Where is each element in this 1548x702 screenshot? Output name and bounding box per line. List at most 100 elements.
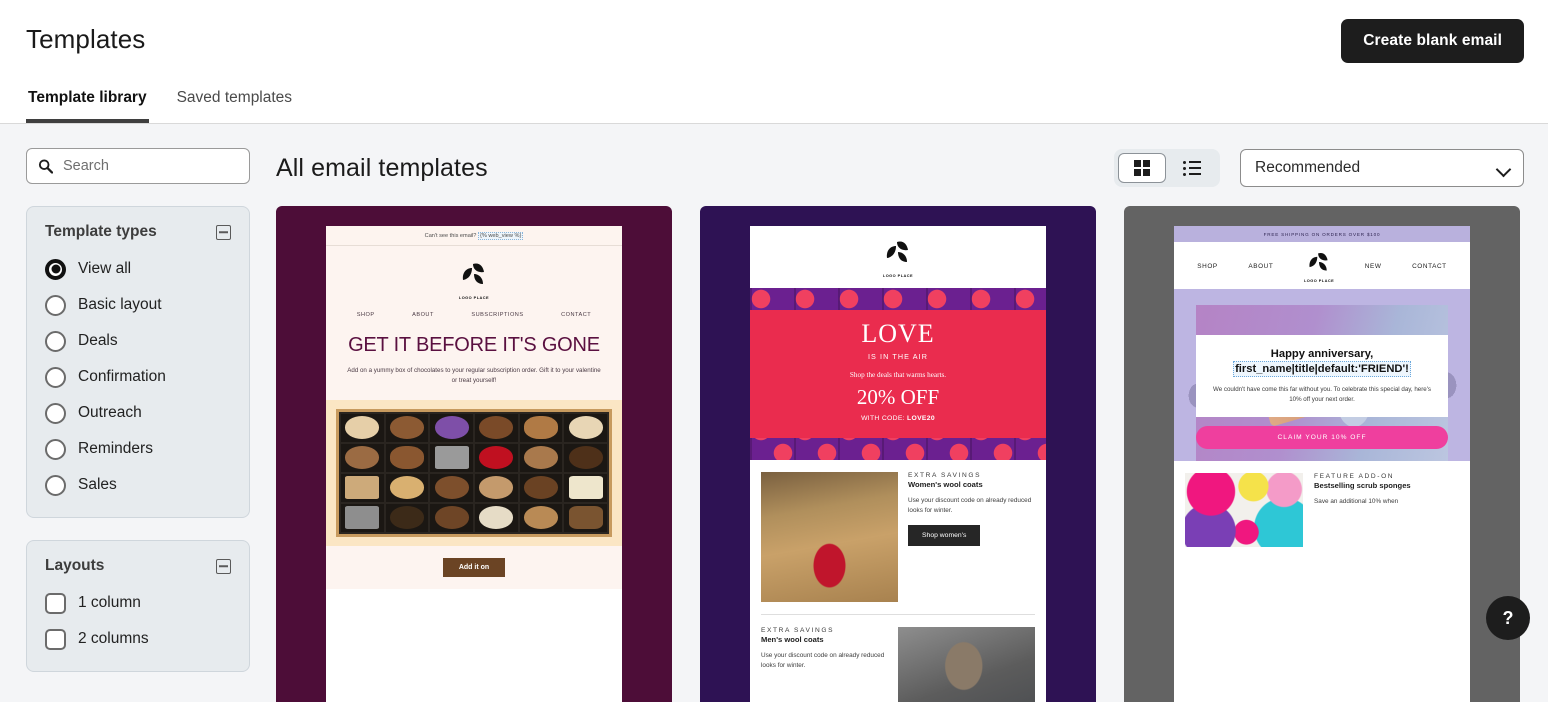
- main-toolbar: All email templates Recommended: [276, 148, 1524, 188]
- promo-banner: LOVE IS IN THE AIR Shop the deals that w…: [750, 310, 1046, 438]
- logo-caption: LOGO PLACE: [1303, 278, 1335, 283]
- radio-icon[interactable]: [45, 366, 66, 388]
- filter-title: Layouts: [45, 557, 105, 574]
- message-card: Happy anniversary, first_name|title|defa…: [1196, 334, 1448, 417]
- leaf-logo-icon: [1306, 250, 1332, 276]
- logo-caption: LOGO PLACE: [458, 295, 490, 300]
- template-preview: Can't see this email? {% web_view %} LOG…: [326, 226, 622, 702]
- sort-dropdown[interactable]: Recommended: [1240, 149, 1524, 187]
- filter-header: Template types: [45, 223, 231, 241]
- logo-caption: LOGO PLACE: [882, 273, 914, 278]
- filter-option-reminders[interactable]: Reminders: [45, 431, 231, 467]
- product-text: EXTRA SAVINGS Men's wool coats Use your …: [761, 627, 888, 702]
- filter-option-label: Confirmation: [78, 368, 166, 385]
- tab-template-library[interactable]: Template library: [26, 83, 149, 123]
- radio-icon[interactable]: [45, 294, 66, 316]
- product-block-women: EXTRA SAVINGS Women's wool coats Use you…: [750, 460, 1046, 612]
- filter-option-basic-layout[interactable]: Basic layout: [45, 287, 231, 323]
- template-preview: FREE SHIPPING ON ORDERS OVER $100 SHOP A…: [1174, 226, 1470, 702]
- email-cta-button: CLAIM YOUR 10% OFF: [1196, 426, 1448, 449]
- preheader-text: Can't see this email?: [424, 233, 477, 239]
- leaf-logo-icon: [459, 260, 489, 293]
- feature-kicker: FEATURE ADD-ON: [1314, 473, 1395, 480]
- filter-option-deals[interactable]: Deals: [45, 323, 231, 359]
- sort-value: Recommended: [1255, 159, 1361, 176]
- filter-option-1-column[interactable]: 1 column: [45, 585, 231, 621]
- radio-icon[interactable]: [45, 330, 66, 352]
- filter-option-label: 2 columns: [78, 630, 149, 647]
- nav-item: ABOUT: [1248, 263, 1274, 270]
- radio-icon[interactable]: [45, 474, 66, 496]
- chocolate-box: [336, 408, 612, 537]
- checkbox-icon[interactable]: [45, 592, 66, 614]
- email-nav: SHOP ABOUT SUBSCRIPTIONS CONTACT: [338, 312, 610, 318]
- product-image: [898, 627, 1035, 702]
- chevron-down-icon: [1497, 164, 1511, 173]
- search-box[interactable]: [26, 148, 250, 184]
- filter-option-label: Reminders: [78, 440, 153, 457]
- product-name: Women's wool coats: [908, 480, 983, 489]
- email-nav: SHOP ABOUT LOGO PLACE NEW CONTACT: [1174, 242, 1470, 289]
- radio-icon[interactable]: [45, 402, 66, 424]
- leaf-logo-icon: [883, 238, 913, 271]
- email-cta-button: Add it on: [442, 557, 506, 577]
- logo-block: LOGO PLACE: [750, 226, 1046, 288]
- sponges-image: [1185, 473, 1303, 547]
- divider: [761, 614, 1035, 615]
- help-button[interactable]: ?: [1486, 596, 1530, 640]
- grid-view-button[interactable]: [1118, 153, 1166, 183]
- filter-option-confirmation[interactable]: Confirmation: [45, 359, 231, 395]
- email-footer: Add it on: [326, 545, 622, 589]
- chocolate-image: [326, 399, 622, 546]
- banner-offer: 20% OFF: [856, 385, 940, 409]
- headline-line: Happy anniversary,: [1270, 347, 1374, 360]
- nav-item: CONTACT: [561, 312, 592, 318]
- list-view-button[interactable]: [1168, 153, 1216, 183]
- product-kicker: EXTRA SAVINGS: [761, 627, 835, 634]
- email-body: We couldn't have come this far without y…: [1212, 386, 1431, 404]
- search-input[interactable]: [63, 158, 249, 174]
- filter-group-template-types: Template types View all Basic layout Dea…: [26, 206, 250, 518]
- tab-saved-templates[interactable]: Saved templates: [175, 83, 294, 123]
- template-preview: LOGO PLACE LOVE IS IN THE AIR Shop the d…: [750, 226, 1046, 702]
- preheader: Can't see this email? {% web_view %}: [326, 226, 622, 246]
- radio-icon[interactable]: [45, 438, 66, 460]
- template-card-love[interactable]: LOGO PLACE LOVE IS IN THE AIR Shop the d…: [700, 206, 1096, 702]
- filter-option-sales[interactable]: Sales: [45, 467, 231, 503]
- templates-main: All email templates Recommended Can't se…: [276, 124, 1548, 702]
- filter-option-label: Sales: [78, 476, 117, 493]
- banner-title: LOVE: [861, 319, 935, 348]
- collapse-icon[interactable]: [216, 224, 231, 240]
- email-subcopy: Add on a yummy box of chocolates to your…: [347, 367, 601, 384]
- nav-item: NEW: [1364, 263, 1382, 270]
- nav-item: SHOP: [1197, 263, 1218, 270]
- email-headline: Happy anniversary, first_name|title|defa…: [1206, 347, 1438, 378]
- filter-option-label: 1 column: [78, 594, 141, 611]
- filter-header: Layouts: [45, 557, 231, 575]
- banner-tagline: Shop the deals that warms hearts.: [849, 371, 947, 379]
- nav-item: ABOUT: [412, 312, 434, 318]
- filter-option-label: Deals: [78, 332, 118, 349]
- filter-option-2-columns[interactable]: 2 columns: [45, 621, 231, 657]
- filter-group-layouts: Layouts 1 column 2 columns: [26, 540, 250, 672]
- product-kicker: EXTRA SAVINGS: [908, 472, 982, 479]
- product-desc: Use your discount code on already reduce…: [908, 497, 1032, 514]
- filter-option-outreach[interactable]: Outreach: [45, 395, 231, 431]
- create-blank-email-button[interactable]: Create blank email: [1341, 19, 1524, 63]
- product-image: [761, 472, 898, 602]
- search-icon: [38, 159, 53, 174]
- template-card-anniversary[interactable]: FREE SHIPPING ON ORDERS OVER $100 SHOP A…: [1124, 206, 1520, 702]
- filter-option-view-all[interactable]: View all: [45, 251, 231, 287]
- section-title: All email templates: [276, 153, 488, 182]
- collapse-icon[interactable]: [216, 558, 231, 574]
- tab-bar: Template library Saved templates: [26, 83, 294, 123]
- shipping-bar: FREE SHIPPING ON ORDERS OVER $100: [1174, 226, 1470, 242]
- checkbox-icon[interactable]: [45, 628, 66, 650]
- banner-code: WITH CODE: LOVE20: [750, 415, 1046, 422]
- feature-name: Bestselling scrub sponges: [1314, 481, 1411, 490]
- banner-subtitle: IS IN THE AIR: [867, 352, 929, 361]
- radio-icon[interactable]: [45, 258, 66, 280]
- hero-image: Happy anniversary, first_name|title|defa…: [1174, 289, 1470, 461]
- hearts-background-image: LOVE IS IN THE AIR Shop the deals that w…: [750, 288, 1046, 460]
- template-card-chocolates[interactable]: Can't see this email? {% web_view %} LOG…: [276, 206, 672, 702]
